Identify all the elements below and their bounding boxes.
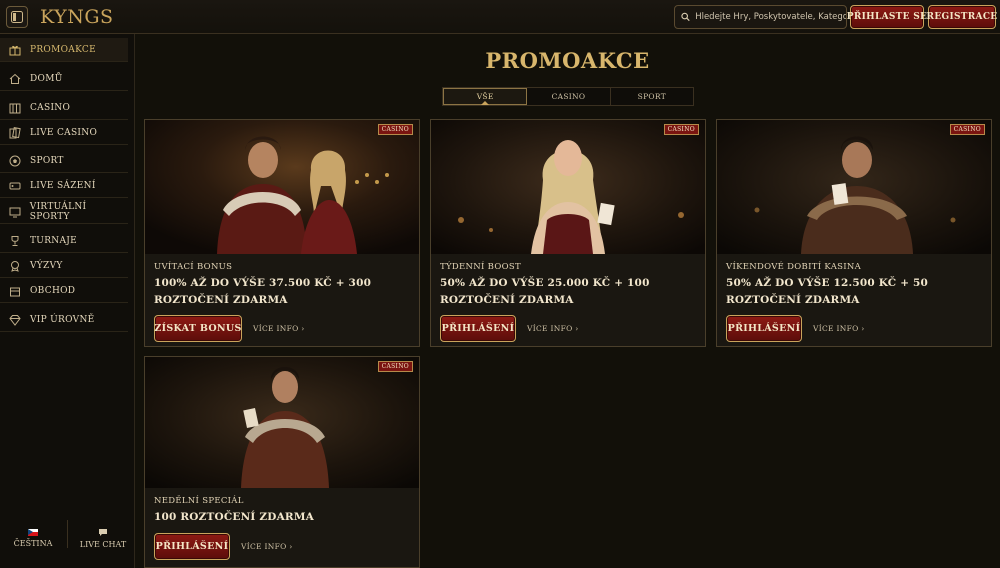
page-title: PROMOAKCE bbox=[485, 48, 650, 73]
sidebar-item-domu[interactable]: DOMŮ bbox=[0, 67, 128, 91]
promo-title: 50% AŽ DO VÝŠE 12.500 KČ + 50 ROZTOČENÍ … bbox=[726, 277, 929, 306]
live-icon bbox=[8, 179, 22, 193]
more-info-label: VÍCE INFO bbox=[241, 542, 287, 551]
sidebar-item-label: VIRTUÁLNÍ SPORTY bbox=[29, 201, 87, 222]
sidebar-item-obchod[interactable]: OBCHOD bbox=[0, 279, 128, 303]
sidebar: PROMOAKCE DOMŮ CASINO LIVE CASINO SPORT … bbox=[0, 34, 135, 568]
category-badge: CASINO bbox=[377, 124, 413, 135]
sidebar-footer: ČEŠTINA LIVE CHAT bbox=[0, 518, 135, 568]
sidebar-item-sport[interactable]: SPORT bbox=[0, 149, 128, 173]
sidebar-item-label: OBCHOD bbox=[30, 285, 76, 296]
search-input[interactable]: Hledejte Hry, Poskytovatele, Kategorie bbox=[674, 5, 847, 29]
sidebar-item-label: LIVE SÁZENÍ bbox=[30, 180, 96, 191]
sidebar-item-turnaje[interactable]: TURNAJE bbox=[0, 229, 128, 253]
sidebar-item-label: CASINO bbox=[30, 102, 71, 113]
live-chat-button[interactable]: LIVE CHAT bbox=[72, 518, 134, 558]
chevron-right-icon: › bbox=[289, 542, 293, 551]
sidebar-item-virtualni-sporty[interactable]: VIRTUÁLNÍ SPORTY bbox=[0, 200, 128, 224]
sidebar-item-label: VIP ÚROVNĚ bbox=[30, 314, 95, 325]
soccer-ball-icon bbox=[8, 154, 22, 168]
kyngs-logo[interactable]: KYNGS bbox=[40, 6, 114, 28]
category-badge: CASINO bbox=[377, 361, 413, 372]
register-button[interactable]: REGISTRACE bbox=[927, 5, 997, 29]
language-label: ČEŠTINA bbox=[13, 538, 53, 548]
promo-subtitle: UVÍTACÍ BONUS bbox=[154, 262, 233, 272]
slot-icon bbox=[8, 101, 22, 115]
sidebar-item-promoakce[interactable]: PROMOAKCE bbox=[0, 38, 128, 62]
sidebar-item-vip-urovne[interactable]: VIP ÚROVNĚ bbox=[0, 308, 128, 332]
chat-bubble-icon bbox=[99, 528, 107, 536]
shop-icon bbox=[8, 284, 22, 298]
more-info-link[interactable]: VÍCE INFO › bbox=[813, 324, 865, 333]
login-promo-button[interactable]: PŘIHLÁŠENÍ bbox=[440, 315, 516, 342]
cards-icon bbox=[8, 126, 22, 140]
language-selector[interactable]: ČEŠTINA bbox=[4, 518, 62, 558]
promo-subtitle: NEDĚLNÍ SPECIÁL bbox=[154, 496, 244, 506]
sidebar-item-label: TURNAJE bbox=[30, 235, 78, 246]
chevron-right-icon: › bbox=[861, 324, 865, 333]
home-icon bbox=[8, 72, 22, 86]
more-info-label: VÍCE INFO bbox=[253, 324, 299, 333]
promo-card-weekend-reload: CASINO VÍKENDOVÉ DOBITÍ KASINA 50% AŽ DO… bbox=[716, 119, 992, 347]
claim-bonus-button[interactable]: ZÍSKAT BONUS bbox=[154, 315, 242, 342]
more-info-link[interactable]: VÍCE INFO › bbox=[253, 324, 305, 333]
tab-casino[interactable]: CASINO bbox=[527, 88, 611, 105]
promo-image: CASINO bbox=[145, 357, 419, 488]
chevron-right-icon: › bbox=[575, 324, 579, 333]
sidebar-item-label: DOMŮ bbox=[30, 73, 63, 84]
login-promo-button[interactable]: PŘIHLÁŠENÍ bbox=[154, 533, 230, 560]
category-badge: CASINO bbox=[949, 124, 985, 135]
trophy-icon bbox=[8, 234, 22, 248]
sidebar-item-vyzvy[interactable]: VÝZVY bbox=[0, 254, 128, 278]
search-placeholder: Hledejte Hry, Poskytovatele, Kategorie bbox=[695, 12, 846, 22]
login-promo-button[interactable]: PŘIHLÁŠENÍ bbox=[726, 315, 802, 342]
more-info-label: VÍCE INFO bbox=[527, 324, 573, 333]
gift-icon bbox=[8, 43, 22, 57]
more-info-link[interactable]: VÍCE INFO › bbox=[241, 542, 293, 551]
diamond-icon bbox=[8, 313, 22, 327]
tab-vse[interactable]: VŠE bbox=[443, 88, 528, 105]
promo-title: 100% AŽ DO VÝŠE 37.500 KČ + 300 ROZTOČEN… bbox=[154, 277, 372, 306]
tab-sport[interactable]: SPORT bbox=[611, 88, 693, 105]
category-badge: CASINO bbox=[663, 124, 699, 135]
login-button[interactable]: PŘIHLASTE SE bbox=[847, 5, 927, 29]
promo-subtitle: VÍKENDOVÉ DOBITÍ KASINA bbox=[726, 262, 862, 272]
promo-subtitle: TÝDENNÍ BOOST bbox=[440, 262, 521, 272]
more-info-label: VÍCE INFO bbox=[813, 324, 859, 333]
promo-card-welcome-bonus: CASINO UVÍTACÍ BONUS 100% AŽ DO VÝŠE 37.… bbox=[144, 119, 420, 347]
promo-title: 100 ROZTOČENÍ ZDARMA bbox=[154, 511, 315, 523]
sidebar-item-label: PROMOAKCE bbox=[30, 44, 96, 55]
footer-divider bbox=[67, 520, 68, 548]
live-chat-label: LIVE CHAT bbox=[79, 539, 127, 549]
chevron-right-icon: › bbox=[301, 324, 305, 333]
promo-card-weekly-boost: CASINO TÝDENNÍ BOOST 50% AŽ DO VÝŠE 25.0… bbox=[430, 119, 706, 347]
promo-image: CASINO bbox=[431, 120, 705, 254]
sidebar-toggle-icon bbox=[11, 11, 23, 23]
promo-image: CASINO bbox=[145, 120, 419, 254]
czech-flag-icon bbox=[28, 528, 38, 536]
sidebar-item-label: LIVE CASINO bbox=[30, 127, 98, 138]
monitor-icon bbox=[8, 205, 22, 219]
sidebar-item-live-sazeni[interactable]: LIVE SÁZENÍ bbox=[0, 174, 128, 198]
sidebar-item-live-casino[interactable]: LIVE CASINO bbox=[0, 121, 128, 145]
promo-tabs: VŠE CASINO SPORT bbox=[442, 87, 694, 106]
sidebar-toggle-button[interactable] bbox=[6, 6, 28, 28]
sidebar-item-label: SPORT bbox=[30, 155, 64, 166]
challenge-icon bbox=[8, 259, 22, 273]
promo-card-sunday-special: CASINO NEDĚLNÍ SPECIÁL 100 ROZTOČENÍ ZDA… bbox=[144, 356, 420, 568]
top-header: KYNGS Hledejte Hry, Poskytovatele, Kateg… bbox=[0, 0, 1000, 34]
more-info-link[interactable]: VÍCE INFO › bbox=[527, 324, 579, 333]
sidebar-item-label: VÝZVY bbox=[30, 260, 63, 271]
promo-title: 50% AŽ DO VÝŠE 25.000 KČ + 100 ROZTOČENÍ… bbox=[440, 277, 650, 306]
sidebar-item-casino[interactable]: CASINO bbox=[0, 96, 128, 120]
promo-image: CASINO bbox=[717, 120, 991, 254]
search-icon bbox=[681, 12, 690, 22]
